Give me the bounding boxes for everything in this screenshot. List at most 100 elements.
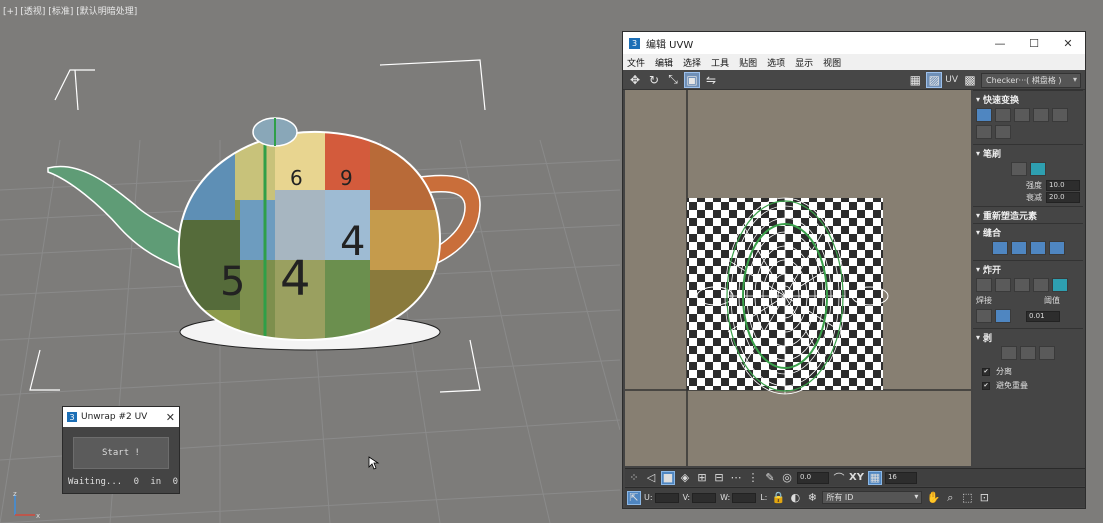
start-button[interactable]: Start ! xyxy=(73,437,169,469)
align-vertical-icon[interactable] xyxy=(1014,108,1030,122)
align-icon[interactable] xyxy=(976,108,992,122)
rotate-icon[interactable]: ↻ xyxy=(646,72,662,88)
threshold-value[interactable]: 0.01 xyxy=(1026,310,1060,322)
mirror-icon[interactable]: ⇋ xyxy=(703,72,719,88)
svg-text:6: 6 xyxy=(290,166,303,190)
menu-select[interactable]: 选择 xyxy=(683,56,701,69)
maximize-icon[interactable]: ☐ xyxy=(1017,37,1051,50)
l-field[interactable]: L: xyxy=(760,493,767,502)
relax-brush-icon[interactable] xyxy=(1029,162,1046,176)
stitch-header[interactable]: 缝合 xyxy=(976,226,1080,239)
explode-header[interactable]: 炸开 xyxy=(976,263,1080,276)
minimize-icon[interactable]: — xyxy=(983,37,1017,50)
absolute-mode-icon[interactable]: ⇱ xyxy=(627,490,641,505)
menu-tools[interactable]: 工具 xyxy=(711,56,729,69)
loop-icon[interactable]: ⋯ xyxy=(729,471,743,485)
rotate-ccw-icon[interactable] xyxy=(995,125,1011,139)
uv-editor-titlebar[interactable]: 3 编辑 UVW — ☐ ✕ xyxy=(623,32,1085,54)
rotate-cw-icon[interactable] xyxy=(1033,108,1049,122)
pan-icon[interactable]: ✋ xyxy=(926,491,941,505)
lock-icon[interactable]: 🔒 xyxy=(771,491,786,505)
scale-icon[interactable]: ⤡ xyxy=(665,72,681,88)
menu-file[interactable]: 文件 xyxy=(627,56,645,69)
quick-peel-icon[interactable] xyxy=(1001,346,1017,360)
stitch-custom-icon[interactable] xyxy=(1048,241,1065,255)
paint-select-icon[interactable]: ✎ xyxy=(763,471,777,485)
reshape-header[interactable]: 重新塑造元素 xyxy=(976,209,1080,222)
menu-display[interactable]: 显示 xyxy=(795,56,813,69)
u-input[interactable] xyxy=(654,492,679,503)
ring-icon[interactable]: ⋮ xyxy=(746,471,760,485)
svg-text:4: 4 xyxy=(340,219,365,265)
peel-header[interactable]: 剥 xyxy=(976,331,1080,344)
teapot-model[interactable]: 6 9 5 4 4 xyxy=(40,110,500,360)
weld-selected-icon[interactable] xyxy=(976,309,992,323)
v-input[interactable] xyxy=(692,492,717,503)
checker-icon[interactable] xyxy=(1033,278,1049,292)
uv-label[interactable]: UV xyxy=(945,75,958,85)
xy-label[interactable]: XY xyxy=(849,472,864,483)
weld-target-icon[interactable] xyxy=(995,309,1011,323)
vertex-mode-icon[interactable]: ⁘ xyxy=(627,471,641,485)
menu-edit[interactable]: 编辑 xyxy=(655,56,673,69)
texture-dropdown[interactable]: Checker···( 棋盘格 ) xyxy=(981,72,1081,88)
w-input[interactable] xyxy=(732,492,757,503)
move-icon[interactable]: ✥ xyxy=(627,72,643,88)
brush-header[interactable]: 笔刷 xyxy=(976,147,1080,160)
close-icon[interactable]: ✕ xyxy=(1051,37,1085,50)
zoom-extents-icon[interactable]: ⊡ xyxy=(977,491,991,505)
freeform-icon[interactable]: ▣ xyxy=(684,71,700,88)
space-icon[interactable] xyxy=(976,125,992,139)
menu-view[interactable]: 视图 xyxy=(823,56,841,69)
align-bottom-icon[interactable] xyxy=(1052,108,1068,122)
shrink-select-icon[interactable]: ⊟ xyxy=(712,471,726,485)
align-horizontal-icon[interactable] xyxy=(995,108,1011,122)
stitch-source-icon[interactable] xyxy=(991,241,1008,255)
soft-select-icon[interactable]: ◎ xyxy=(780,471,794,485)
strength-value[interactable]: 10.0 xyxy=(1046,180,1080,191)
detach-checkbox[interactable]: ✔ 分离 xyxy=(982,366,1080,377)
avoid-overlap-checkbox[interactable]: ✔ 避免重叠 xyxy=(982,380,1080,391)
menu-options[interactable]: 选项 xyxy=(767,56,785,69)
uv-canvas[interactable] xyxy=(625,90,971,466)
peel-mode-icon[interactable] xyxy=(1020,346,1036,360)
close-icon[interactable]: ✕ xyxy=(166,411,175,424)
hide-icon[interactable]: ◐ xyxy=(788,491,802,505)
w-field[interactable]: W: xyxy=(720,492,757,503)
stitch-target-icon[interactable] xyxy=(1029,241,1046,255)
pack-icon[interactable] xyxy=(1052,278,1068,292)
grid-snap-icon[interactable]: ▦ xyxy=(867,470,882,485)
element-mode-icon[interactable]: ◈ xyxy=(678,471,692,485)
v-field[interactable]: V: xyxy=(683,492,717,503)
checker-toggle-icon[interactable]: ▦ xyxy=(907,72,923,88)
flatten-icon[interactable] xyxy=(1014,278,1030,292)
unwrap-status: Waiting... 0 in 0 xyxy=(68,477,178,487)
angle-value[interactable]: 0.0 xyxy=(797,471,829,484)
grow-select-icon[interactable]: ⊞ xyxy=(695,471,709,485)
quick-transform-header[interactable]: 快速变换 xyxy=(976,93,1080,106)
avoid-overlap-check[interactable]: ✔ xyxy=(982,381,990,390)
strength-spinner[interactable]: 强度 10.0 xyxy=(976,180,1080,191)
paint-brush-icon[interactable] xyxy=(1010,162,1027,176)
detach-check[interactable]: ✔ xyxy=(982,367,990,376)
falloff-spinner[interactable]: 衰减 20.0 xyxy=(976,192,1080,203)
zoom-icon[interactable]: ⌕ xyxy=(943,491,957,505)
show-map-icon[interactable]: ▨ xyxy=(926,72,943,88)
falloff-value[interactable]: 20.0 xyxy=(1046,192,1080,203)
freeze-icon[interactable]: ❄ xyxy=(805,491,819,505)
grid-value[interactable]: 16 xyxy=(884,471,917,484)
break-icon[interactable] xyxy=(976,278,992,292)
stitch-average-icon[interactable] xyxy=(1010,241,1027,255)
uv-layout[interactable] xyxy=(625,90,971,466)
zoom-region-icon[interactable]: ⬚ xyxy=(960,491,974,505)
edge-mode-icon[interactable]: ◁ xyxy=(644,471,658,485)
id-filter-dropdown[interactable]: 所有 ID xyxy=(822,491,923,504)
polygon-mode-icon[interactable]: ■ xyxy=(661,470,675,485)
u-field[interactable]: U: xyxy=(644,492,679,503)
curve-icon[interactable]: ⌒ xyxy=(832,471,846,485)
texture-icon[interactable]: ▩ xyxy=(962,72,978,88)
menu-mapping[interactable]: 贴图 xyxy=(739,56,757,69)
reset-peel-icon[interactable] xyxy=(1039,346,1055,360)
explode-icon[interactable] xyxy=(995,278,1011,292)
unwrap-titlebar[interactable]: 3 Unwrap #2 UV ✕ xyxy=(63,407,179,427)
